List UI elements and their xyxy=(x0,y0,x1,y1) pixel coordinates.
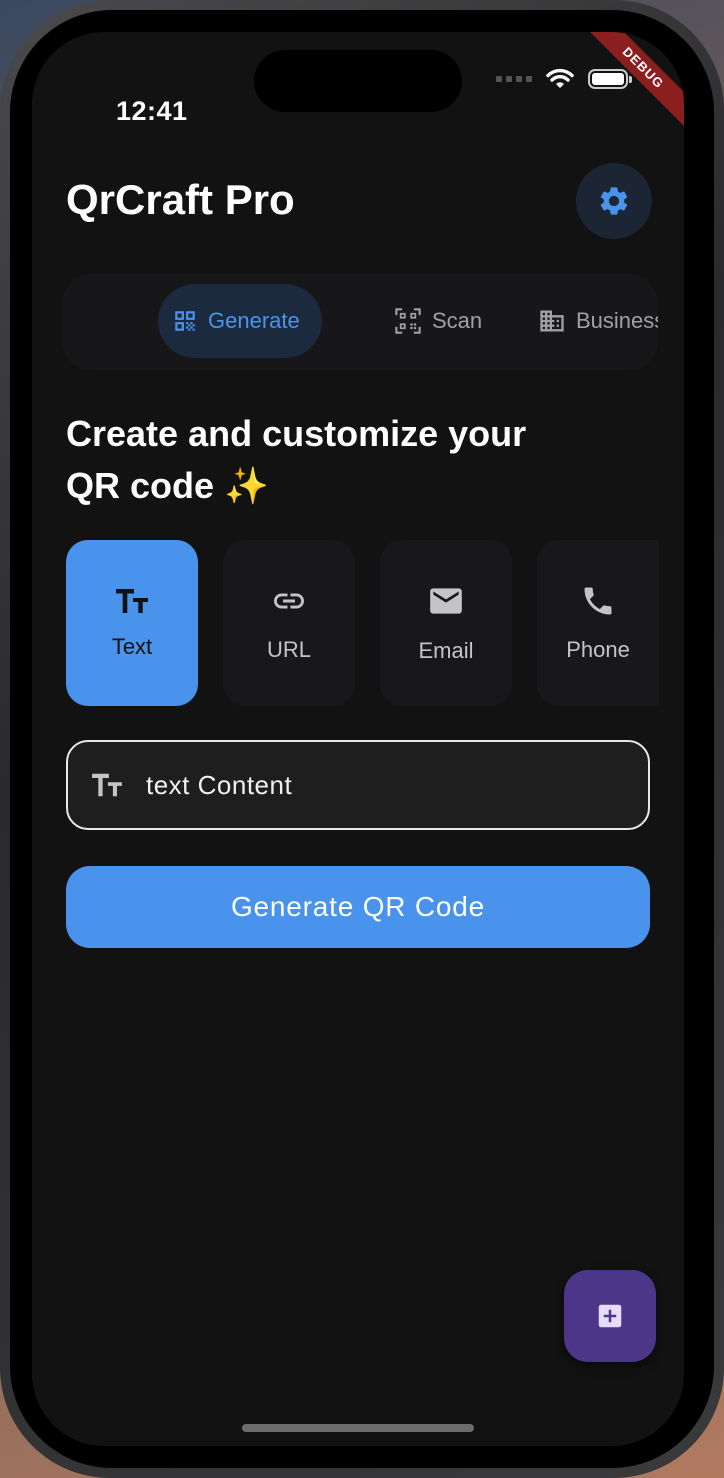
type-text-card[interactable]: Text xyxy=(66,540,198,706)
link-icon xyxy=(274,593,304,609)
type-phone-label: Phone xyxy=(566,637,630,662)
home-indicator[interactable] xyxy=(242,1424,474,1432)
tab-business-card[interactable]: Business C xyxy=(524,284,658,358)
cellular-signal-icon xyxy=(496,76,532,82)
qr-code-icon xyxy=(175,311,195,331)
settings-button[interactable] xyxy=(576,163,652,239)
type-url-label: URL xyxy=(266,637,311,662)
text-fields-icon xyxy=(116,589,148,613)
tab-scan-label: Scan xyxy=(432,308,483,333)
wifi-icon xyxy=(546,68,574,88)
generate-qr-button[interactable]: Generate QR Code xyxy=(66,866,650,948)
tab-scan[interactable]: Scan xyxy=(380,284,496,358)
building-icon xyxy=(540,310,564,332)
phone-icon xyxy=(584,587,612,615)
gear-icon xyxy=(600,187,628,215)
email-icon xyxy=(430,588,462,614)
text-content-field[interactable] xyxy=(66,740,650,830)
add-box-icon xyxy=(598,1304,622,1328)
dynamic-island xyxy=(254,50,462,112)
tab-bar: Generate Scan Business C xyxy=(62,274,658,370)
text-fields-icon xyxy=(92,773,122,797)
type-url-card[interactable]: URL xyxy=(223,540,355,706)
type-email-label: Email xyxy=(418,638,474,663)
page-headline: Create and customize your QR code ✨ xyxy=(66,413,527,506)
debug-banner: DEBUG xyxy=(574,32,684,142)
text-content-input[interactable] xyxy=(146,769,606,801)
type-email-card[interactable]: Email xyxy=(380,540,512,706)
tab-business-label: Business C xyxy=(576,308,658,333)
type-text-label: Text xyxy=(111,634,153,659)
type-phone-card[interactable]: Phone xyxy=(537,540,659,706)
add-fab-button[interactable] xyxy=(564,1270,656,1362)
app-screen: 12:41 DEBUG QrCraft Pro Generate Scan Bu… xyxy=(32,32,684,1446)
qr-scan-icon xyxy=(395,308,421,334)
tab-generate[interactable]: Generate xyxy=(158,284,322,358)
status-time: 12:41 xyxy=(116,96,188,126)
app-title: QrCraft Pro xyxy=(66,176,295,223)
tab-generate-label: Generate xyxy=(208,308,300,333)
